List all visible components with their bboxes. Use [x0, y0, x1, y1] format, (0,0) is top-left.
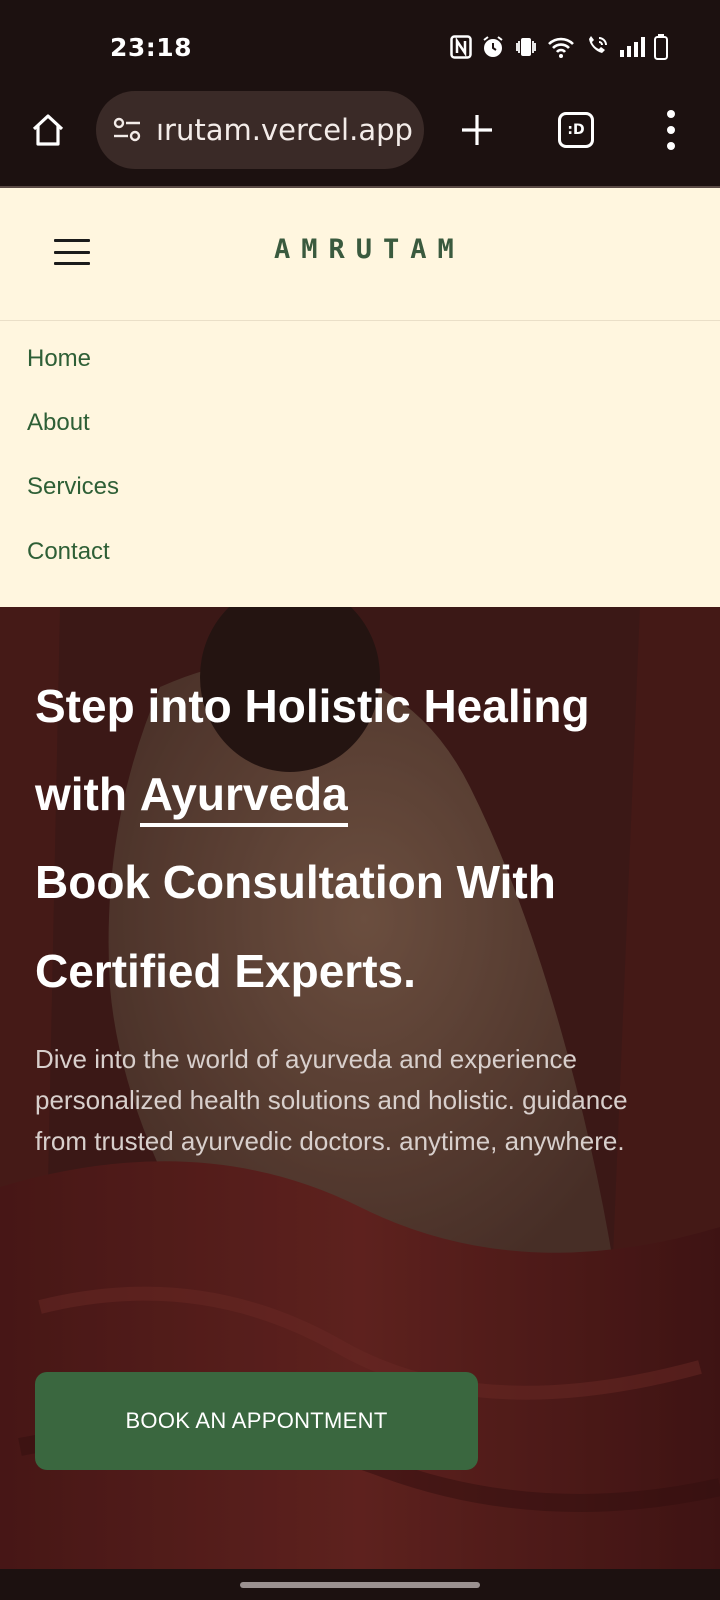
nav-menu: Home About Services Contact — [0, 321, 720, 607]
dot-icon — [667, 110, 675, 118]
tab-switcher-button[interactable]: :D — [558, 112, 594, 148]
hero-title-line-4: Certified Experts. — [35, 945, 416, 997]
nfc-icon — [450, 35, 472, 59]
site-logo[interactable]: AMRUTAM — [274, 234, 465, 265]
url-text[interactable]: ırutam.vercel.app — [156, 113, 413, 147]
status-time: 23:18 — [110, 33, 193, 62]
wifi-calling-icon — [584, 35, 610, 59]
status-bar: 23:18 — [0, 0, 720, 88]
site-info-icon[interactable] — [112, 115, 142, 145]
nav-item-contact[interactable]: Contact — [27, 538, 110, 566]
wifi-icon — [547, 35, 575, 59]
nav-item-services[interactable]: Services — [27, 473, 119, 501]
hero-section: Step into Holistic Healing with Ayurveda… — [0, 607, 720, 1569]
hero-title-line-2: with Ayurveda — [35, 767, 348, 827]
home-icon — [32, 114, 64, 146]
plus-icon — [462, 115, 492, 145]
address-bar[interactable]: ırutam.vercel.app — [96, 91, 424, 169]
book-appointment-button[interactable]: BOOK AN APPONTMENT — [35, 1372, 478, 1470]
vibrate-icon — [514, 35, 538, 59]
battery-icon — [654, 34, 668, 60]
hero-title-line-1: Step into Holistic Healing — [35, 680, 590, 732]
hamburger-line — [54, 239, 90, 242]
navigation-bar — [0, 1569, 720, 1600]
hero-title-highlight: Ayurveda — [139, 767, 348, 827]
dot-icon — [667, 126, 675, 134]
browser-menu-button[interactable] — [656, 106, 686, 154]
hero-description: Dive into the world of ayurveda and expe… — [35, 1044, 628, 1156]
status-icons — [450, 32, 668, 62]
hero-title-line-3: Book Consultation With — [35, 856, 556, 908]
signal-icon — [619, 36, 645, 58]
home-button[interactable] — [26, 108, 70, 152]
dot-icon — [667, 142, 675, 150]
gesture-handle[interactable] — [240, 1582, 480, 1588]
alarm-icon — [481, 35, 505, 59]
hamburger-menu-button[interactable] — [54, 239, 90, 265]
site-header: AMRUTAM — [0, 188, 720, 321]
hero-title-prefix: with — [35, 768, 127, 820]
browser-toolbar: ırutam.vercel.app :D — [0, 88, 720, 188]
nav-item-about[interactable]: About — [27, 409, 90, 437]
nav-item-home[interactable]: Home — [27, 345, 91, 373]
hamburger-line — [54, 250, 90, 254]
hamburger-line — [54, 262, 90, 265]
new-tab-button[interactable] — [455, 108, 499, 152]
